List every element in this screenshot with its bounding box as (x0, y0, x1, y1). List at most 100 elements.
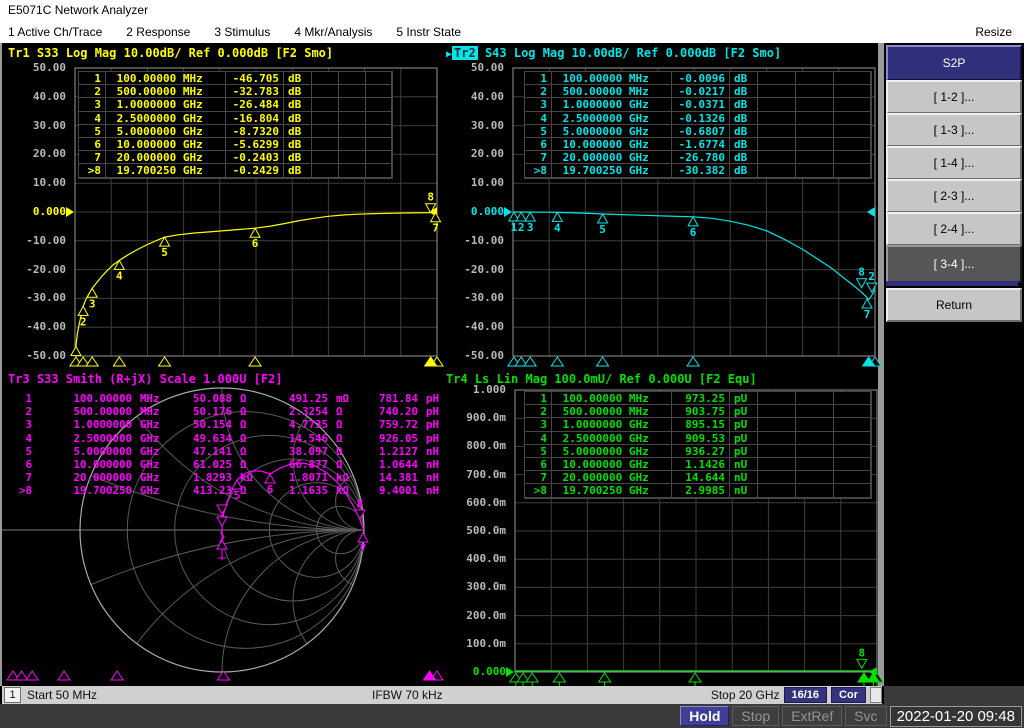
tr4-marker-cell (834, 484, 871, 498)
tr2-marker-cell (834, 124, 871, 138)
tr2-ytick: -20.00 (464, 262, 504, 276)
tr4-marker-cell (758, 457, 796, 472)
tr2-marker-cell (834, 111, 871, 125)
softkey-1-2[interactable]: [ 1-2 ]... (886, 80, 1022, 114)
softkey-3-4[interactable]: [ 3-4 ]... (886, 245, 1022, 283)
window-titlebar: E5071C Network Analyzer (0, 0, 1024, 21)
tr2-marker-cell (758, 111, 796, 125)
softkey-2-3[interactable]: [ 2-3 ]... (886, 179, 1022, 213)
tr2-marker-cell: 500.00000 MHz (552, 85, 672, 99)
tr3-marker-cell: 2 (25, 405, 32, 419)
tr3-marker-cell: 50.088 (192, 392, 232, 405)
tr2-title: ▶ Tr2 S43 Log Mag 10.00dB/ Ref 0.000dB [F… (446, 46, 781, 60)
tr2-marker-cell: dB (730, 151, 758, 165)
tr4-marker-cell: 973.25 (672, 392, 730, 406)
tr3-marker-cell: kΩ (336, 484, 350, 498)
tr4-marker-cell: 20.000000 GHz (552, 471, 672, 485)
tr1-marker-cell (312, 164, 339, 178)
tr2-ytick: -40.00 (464, 320, 504, 334)
tr3-marker-cell: Ω (336, 457, 343, 471)
tr1-marker-cell (339, 151, 366, 165)
tr3-marker-cell: 9.4001 (378, 484, 418, 498)
tr1-marker-cell (366, 137, 392, 152)
datetime-display: 2022-01-20 09:48 (889, 705, 1022, 727)
menu-response[interactable]: 2 Response (126, 25, 190, 39)
tr1-marker-cell: 3 (79, 98, 106, 112)
tr3-marker-cell: 7 (25, 471, 32, 485)
tr4-marker-cell (796, 471, 834, 485)
tr1-marker-cell: 6 (79, 137, 106, 152)
tr2-ytick: -50.00 (464, 349, 504, 362)
tr3-marker-cell: mΩ (336, 392, 350, 405)
tr4-marker-cell (796, 418, 834, 432)
softkey-return[interactable]: Return (886, 288, 1022, 322)
tr3-marker-cell: 14.381 (378, 471, 418, 485)
tr3-marker-cell: 1.8071 (288, 471, 328, 485)
tr2-marker-cell: -0.1326 (672, 111, 730, 125)
tr4-ytick: 100.0m (466, 636, 506, 650)
softkey-2-4[interactable]: [ 2-4 ]... (886, 212, 1022, 246)
svc-indicator: Svc (845, 706, 887, 726)
start-frequency: Start 50 MHz (27, 688, 98, 702)
tr2-marker-cell: dB (730, 111, 758, 125)
tr2-marker-table: 1 100.00000 MHz -0.0096 dB 2 500.00000 MHz -… (524, 71, 872, 179)
tr3-marker-cell: Ω (336, 444, 343, 458)
tr4-marker-cell (834, 405, 871, 419)
tr2-marker-cell (758, 98, 796, 112)
tr3-marker-cell: 61.025 (192, 457, 232, 471)
tr2-marker-cell (758, 137, 796, 152)
tr4-marker-cell (758, 471, 796, 485)
status-mini-box (870, 687, 882, 703)
tr3-marker-cell: 5.0000000 (73, 444, 132, 458)
tr2-ytick: 10.00 (470, 176, 504, 190)
menu-instr-state[interactable]: 5 Instr State (396, 25, 461, 39)
tr2-marker-cell: dB (730, 85, 758, 99)
tr2-ytick: 50.00 (470, 61, 504, 74)
menu-stimulus[interactable]: 3 Stimulus (214, 25, 270, 39)
tr4-marker-cell: 14.644 (672, 471, 730, 485)
tr3-marker-cell: kΩ (240, 471, 254, 485)
tr4-marker-cell: 4 (525, 431, 552, 445)
tr2-marker-cell (796, 98, 834, 112)
tr1-marker-cell (366, 85, 392, 99)
tr4-marker-cell (834, 457, 871, 472)
tr3-marker-cell: Ω (240, 484, 247, 498)
tr3-marker-cell: GHz (140, 484, 160, 498)
tr2-marker-cell (758, 85, 796, 99)
menu-mkr-analysis[interactable]: 4 Mkr/Analysis (294, 25, 372, 39)
tr3-marker-cell: 100.00000 (73, 392, 132, 405)
tr1-ytick: 20.00 (32, 147, 66, 161)
tr2-marker-cell (834, 85, 871, 99)
tr1-marker-cell: -0.2403 (226, 151, 284, 165)
tr2-marker-cell (834, 151, 871, 165)
tr2-marker-cell (834, 164, 871, 178)
tr4-marker-cell: nU (730, 471, 758, 485)
tr2-marker-cell (796, 151, 834, 165)
tr4-marker-cell: 909.53 (672, 431, 730, 445)
tr1-title: Tr1 S33 Log Mag 10.00dB/ Ref 0.000dB [F2… (8, 46, 333, 60)
resize-control[interactable]: Resize (975, 25, 1012, 39)
tr3-marker-cell: 740.20 (378, 405, 418, 419)
menu-active-ch-trace[interactable]: 1 Active Ch/Trace (8, 25, 102, 39)
tr4-ytick: 300.0m (466, 580, 506, 594)
tr4-marker-cell: 5 (525, 444, 552, 458)
softkey-1-3[interactable]: [ 1-3 ]... (886, 113, 1022, 147)
tr1-ytick: -20.00 (26, 262, 66, 276)
hold-indicator[interactable]: Hold (680, 706, 730, 726)
tr1-marker-cell (366, 111, 392, 125)
tr4-marker-cell: pU (730, 418, 758, 432)
tr3-marker-cell: Ω (240, 405, 247, 419)
tr4-format: Ls Lin Mag 100.0mU/ Ref 0.000U [F2 Equ] (474, 372, 757, 386)
softkey-1-4[interactable]: [ 1-4 ]... (886, 146, 1022, 180)
tr2-marker-cell: dB (730, 137, 758, 152)
tr1-marker-cell: >8 (79, 164, 106, 178)
tr2-marker-cell: -0.0217 (672, 85, 730, 99)
tr3-marker-cell: 4 (25, 431, 32, 445)
tr4-marker-cell (758, 484, 796, 498)
tr2-marker-cell: 1.0000000 GHz (552, 98, 672, 112)
softkey-s2p[interactable]: S2P (886, 45, 1022, 81)
tr2-marker-cell: 100.00000 MHz (552, 72, 672, 86)
tr2-marker-cell (796, 111, 834, 125)
tr2-marker-cell (796, 137, 834, 152)
tr4-marker-cell: pU (730, 405, 758, 419)
